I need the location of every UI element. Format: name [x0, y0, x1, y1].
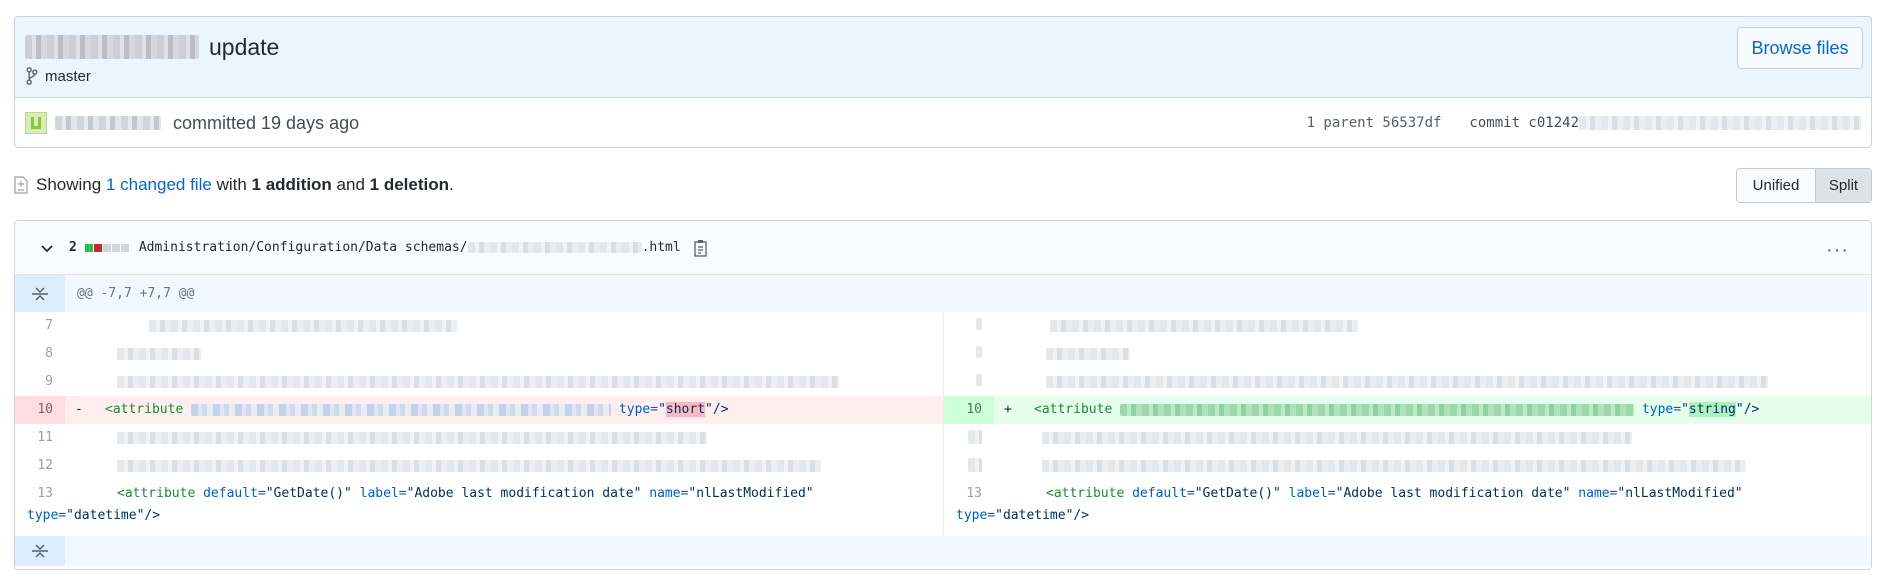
line-number[interactable]: 11	[15, 424, 65, 452]
redacted-code	[117, 375, 839, 388]
diff-row: 12	[15, 452, 1871, 480]
file-diff: 2 Administration/Configuration/Data sche…	[14, 220, 1872, 570]
redacted-title-prefix	[25, 35, 199, 59]
avatar[interactable]	[25, 112, 47, 134]
redacted-code	[117, 347, 201, 360]
changed-files-link[interactable]: 1 changed file	[106, 175, 212, 195]
file-path[interactable]: Administration/Configuration/Data schema…	[139, 240, 681, 255]
hunk-range: @@ -7,7 +7,7 @@	[77, 286, 195, 301]
chevron-down-icon[interactable]	[39, 240, 55, 256]
redacted-code	[117, 431, 707, 444]
file-path-text: Administration/Configuration/Data schema…	[138, 240, 468, 255]
diff-row: 11	[15, 424, 1871, 452]
redacted-code	[191, 403, 612, 416]
diff-row: 8	[15, 340, 1871, 368]
summary-period: .	[449, 175, 454, 194]
diff-view-toggle: Unified Split	[1736, 168, 1872, 203]
redacted-code	[117, 459, 821, 472]
new-type-value: string	[1688, 402, 1736, 417]
redacted-code	[1046, 347, 1130, 360]
diff-row: 7	[15, 312, 1871, 340]
line-number[interactable]: 9	[15, 368, 65, 396]
line-number[interactable]: 10	[944, 396, 994, 424]
line-number[interactable]: 10	[15, 396, 65, 424]
line-number[interactable]: 12	[15, 452, 65, 480]
summary-with: with	[216, 175, 247, 194]
file-diff-icon	[14, 176, 28, 194]
commit-box: update master Browse files committed 19 …	[14, 16, 1872, 148]
commit-hash: commit c01242	[1469, 115, 1579, 131]
redacted-code	[1050, 319, 1358, 332]
branch-name[interactable]: master	[45, 68, 91, 85]
file-header: 2 Administration/Configuration/Data sche…	[15, 221, 1871, 275]
redacted-author[interactable]	[55, 116, 161, 130]
diffstat	[84, 243, 129, 252]
change-count: 2	[69, 240, 77, 255]
redacted-code	[1120, 403, 1635, 416]
expand-up-icon[interactable]	[15, 275, 65, 312]
browse-files-button[interactable]: Browse files	[1737, 27, 1863, 69]
commit-header: update master Browse files	[15, 17, 1871, 98]
file-path-suffix: .html	[641, 240, 681, 255]
addition-marker: +	[1004, 402, 1012, 417]
redacted-code	[1046, 375, 1768, 388]
redacted-file-name	[467, 242, 642, 253]
redacted-code	[1042, 459, 1746, 472]
added-line: 10 + <attribute type="string"/>	[943, 396, 1871, 424]
commit-meta: committed 19 days ago 1 parent 56537df c…	[15, 98, 1871, 147]
line-number[interactable]: 8	[15, 340, 65, 368]
hunk-footer	[15, 536, 1871, 566]
diff-row-changed: 10 - <attribute type="short"/> 10 + <attri…	[15, 396, 1871, 424]
commit-title: update	[25, 29, 279, 65]
expand-down-icon[interactable]	[15, 536, 65, 566]
old-type-value: short	[665, 402, 706, 417]
parent-commit[interactable]: 1 parent 56537df	[1307, 115, 1442, 131]
unified-button[interactable]: Unified	[1737, 169, 1816, 202]
diff-table: 7 8 9 10 - <attribute type="short"/> 10 …	[15, 312, 1871, 536]
deleted-line: 10 - <attribute type="short"/>	[15, 396, 943, 424]
diff-row: 9	[15, 368, 1871, 396]
redacted-commit-hash	[1579, 116, 1861, 130]
clipboard-icon[interactable]	[693, 239, 709, 257]
redacted-code	[149, 319, 457, 332]
deletions-count: 1 deletion	[369, 175, 450, 194]
diff-summary: Showing 1 changed file with 1 addition a…	[14, 170, 454, 200]
diff-row: 13 <attribute default="GetDate()" label=…	[15, 480, 1871, 536]
commit-refs: 1 parent 56537df commit c01242	[1307, 98, 1861, 147]
line-number[interactable]: 7	[15, 312, 65, 340]
additions-count: 1 addition	[251, 175, 332, 194]
branch-label: master	[25, 67, 91, 85]
summary-and: and	[336, 175, 365, 194]
split-button[interactable]: Split	[1816, 169, 1871, 202]
deletion-marker: -	[75, 402, 83, 417]
more-options-icon[interactable]: ···	[1826, 239, 1849, 262]
committed-time: committed 19 days ago	[173, 112, 360, 133]
redacted-code	[1042, 431, 1632, 444]
hunk-header: @@ -7,7 +7,7 @@	[15, 275, 1871, 312]
git-branch-icon	[26, 67, 38, 85]
commit-title-text: update	[209, 33, 280, 60]
summary-showing: Showing	[36, 175, 102, 194]
